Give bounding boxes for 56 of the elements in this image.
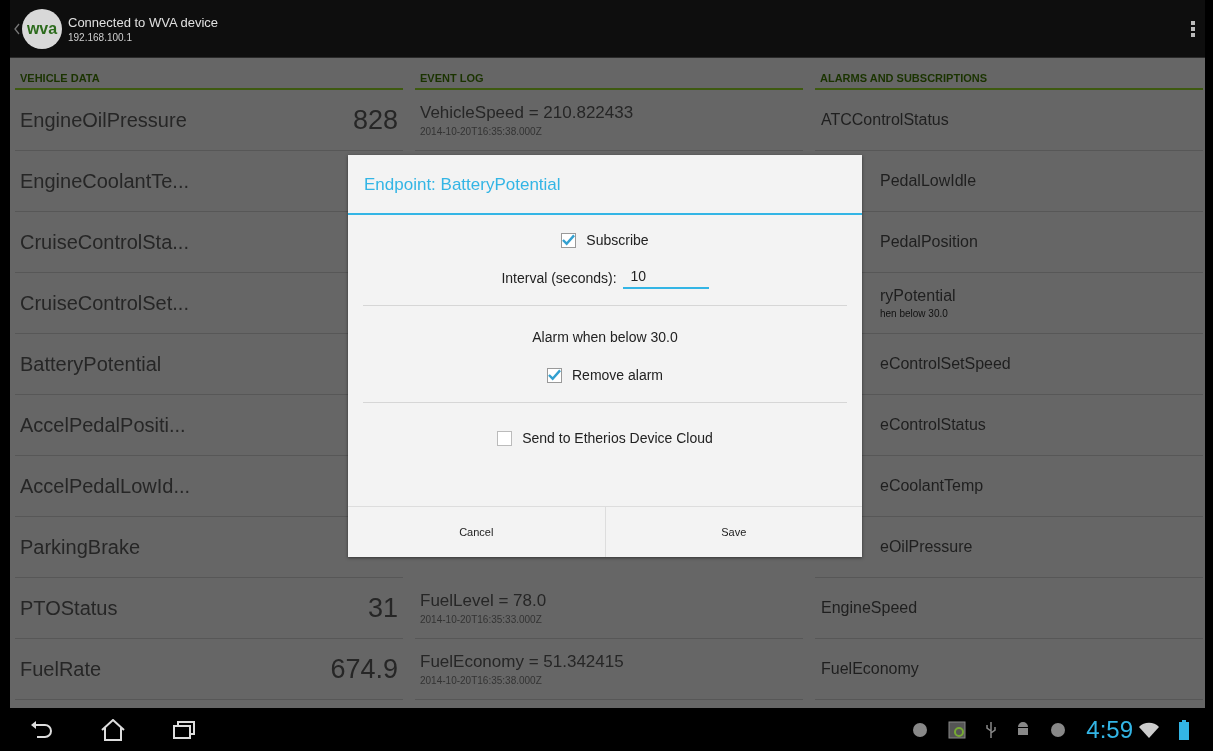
alarm-text: Alarm when below 30.0 [532,329,678,345]
subscription-name: PedalLowIdle [880,172,978,190]
column-heading: EVENT LOG [420,72,484,84]
notification-icon [912,721,929,738]
wifi-icon [1139,721,1159,738]
subscription-name: EngineSpeed [821,599,919,617]
vehicle-data-value: 31 [367,592,398,624]
subscription-name: eCoolantTemp [880,477,985,495]
subscription-name: FuelEconomy [821,660,920,678]
back-icon[interactable] [30,719,54,740]
subscription-detail: hen below 30.0 [880,308,949,319]
column-heading: ALARMS AND SUBSCRIPTIONS [820,72,988,84]
battery-icon [1179,719,1189,740]
clock: 4:59 [1086,715,1133,744]
vehicle-data-name: ParkingBrake [20,535,141,559]
action-bar-title: Connected to WVA device [68,14,220,30]
subscription-name: ryPotential [880,287,957,305]
notification-icon [1050,721,1067,738]
vehicle-data-name: PTOStatus [20,596,118,620]
interval-field[interactable]: 10 [622,267,709,289]
dialog-button[interactable]: Save [604,507,862,557]
dialog-title: Endpoint: BatteryPotential [348,155,862,215]
subscription-name: PedalPosition [880,233,979,251]
vehicle-data-name: FuelRate [20,657,102,681]
column-heading: VEHICLE DATA [20,72,100,84]
app-notification-icon [948,720,967,739]
vehicle-data-name: CruiseControlSet... [20,291,189,315]
vehicle-data-name: EngineOilPressure [20,108,187,132]
vehicle-data-name: CruiseControlSta... [20,230,189,254]
vehicle-data-name: EngineCoolantTe... [20,169,189,193]
subscribe-label: Subscribe [586,232,649,248]
vehicle-data-name: AccelPedalLowId... [20,474,191,498]
vehicle-data-value: 674.9 [330,653,398,685]
cloud-label: Send to Etherios Device Cloud [522,430,713,446]
vehicle-data-value: 828 [352,104,398,136]
event-text: FuelLevel = 78.0 [420,591,548,611]
subscription-name: eOilPressure [880,538,974,556]
event-text: VehicleSpeed = 210.822433 [420,103,635,123]
recent-apps-icon[interactable] [172,719,196,740]
caret-icon [14,22,20,35]
vehicle-data-name: AccelPedalPositi... [20,413,186,437]
subscription-name: eControlStatus [880,416,987,434]
interval-label: Interval (seconds): [501,270,617,286]
remove-alarm-checkbox[interactable] [547,367,562,383]
vehicle-data-name: BatteryPotential [20,352,162,376]
remove-alarm-label: Remove alarm [572,367,663,383]
subscription-name: ATCControlStatus [821,111,950,129]
home-icon[interactable] [100,718,126,741]
event-text: FuelEconomy = 51.342415 [420,652,625,672]
cloud-checkbox[interactable] [497,430,513,446]
overflow-menu-icon[interactable] [1191,20,1195,37]
dialog-button[interactable]: Cancel [348,507,605,557]
action-bar-subtitle: 192.168.100.1 [68,31,133,43]
subscribe-checkbox[interactable] [561,232,577,248]
subscription-name: eControlSetSpeed [880,355,1012,373]
usb-icon [986,720,997,739]
